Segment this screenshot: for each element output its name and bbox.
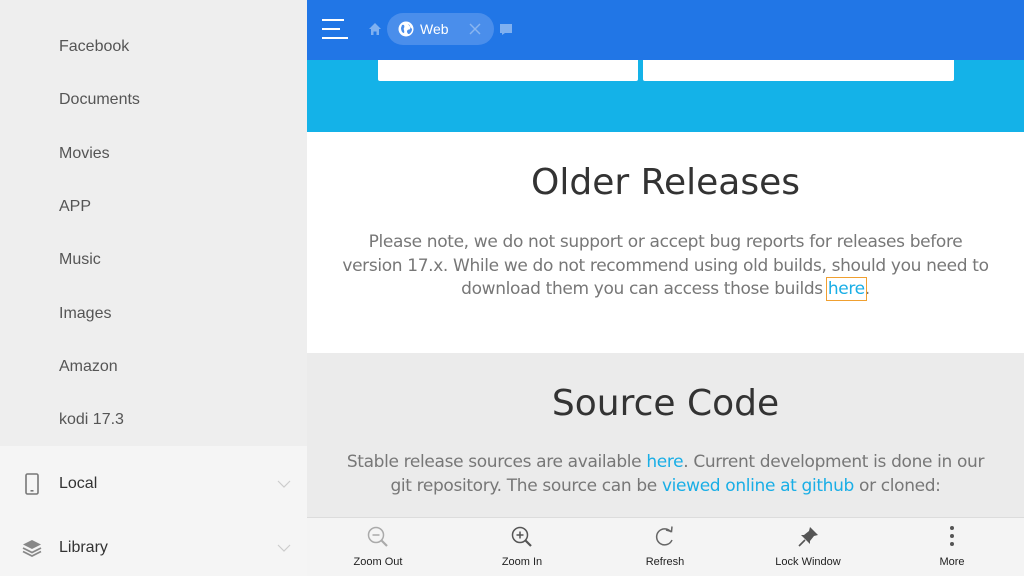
older-releases-text-end: . <box>864 279 870 299</box>
lock-window-button[interactable]: Lock Window <box>758 518 858 576</box>
older-releases-text-body: Please note, we do not support or accept… <box>342 232 989 299</box>
donate-banner: CLICK HERE TO DONATE CLICK HERE TO BUY A… <box>307 48 1024 132</box>
home-icon[interactable] <box>368 22 382 36</box>
sidebar-section-label: Local <box>59 475 98 492</box>
menu-icon <box>322 37 348 39</box>
older-releases-here-link[interactable]: here <box>825 277 867 301</box>
sidebar-item-amazon[interactable]: Amazon <box>59 358 118 376</box>
sidebar-item-app[interactable]: APP <box>59 198 91 216</box>
zoom-in-icon <box>511 526 532 547</box>
browser-window: Web CLICK HERE TO DONATE CLICK HERE TO B… <box>307 0 1024 576</box>
zoom-out-label: Zoom Out <box>353 556 403 568</box>
source-code-text: Stable release sources are available her… <box>337 451 994 498</box>
zoom-in-label: Zoom In <box>501 556 543 568</box>
globe-icon <box>398 21 414 37</box>
bottom-toolbar: Zoom Out Zoom In Refresh Lock Window Mor… <box>307 517 1024 576</box>
tab-label: Web <box>420 21 449 37</box>
zoom-out-icon <box>367 526 388 547</box>
more-button[interactable]: More <box>902 518 1002 576</box>
older-releases-title: Older Releases <box>531 162 800 203</box>
refresh-button[interactable]: Refresh <box>615 518 715 576</box>
sidebar-section-local[interactable]: Local <box>0 452 307 516</box>
new-tab-icon[interactable] <box>500 24 512 35</box>
source-code-title: Source Code <box>551 383 780 424</box>
sidebar-item-kodi[interactable]: kodi 17.3 <box>59 411 124 429</box>
menu-icon <box>322 19 344 21</box>
phone-icon <box>25 473 39 495</box>
pin-icon <box>798 527 818 547</box>
sidebar-item-movies[interactable]: Movies <box>59 145 110 163</box>
sidebar-item-music[interactable]: Music <box>59 251 101 269</box>
tab-web[interactable]: Web <box>387 13 494 45</box>
older-releases-section: Older Releases Please note, we do not su… <box>307 132 1024 353</box>
layers-icon <box>22 540 42 558</box>
refresh-icon <box>655 526 673 546</box>
source-code-text-part: or cloned: <box>853 475 941 496</box>
sidebar-section-library[interactable]: Library <box>0 516 307 576</box>
stable-sources-here-link[interactable]: here <box>646 452 683 472</box>
sidebar-section-label: Library <box>59 539 108 556</box>
menu-button[interactable] <box>322 17 350 41</box>
sidebar: Facebook Documents Movies APP Music Imag… <box>0 0 307 576</box>
refresh-label: Refresh <box>645 556 685 568</box>
sidebar-item-facebook[interactable]: Facebook <box>59 38 129 56</box>
zoom-in-button[interactable]: Zoom In <box>472 518 572 576</box>
chevron-down-icon[interactable] <box>277 543 291 553</box>
sidebar-item-documents[interactable]: Documents <box>59 91 140 109</box>
source-code-text-part: Stable release sources are available <box>346 452 647 472</box>
chevron-down-icon[interactable] <box>277 479 291 489</box>
more-vertical-icon <box>950 526 954 546</box>
sidebar-list: Facebook Documents Movies APP Music Imag… <box>0 0 307 446</box>
browser-toolbar: Web <box>307 0 1024 60</box>
more-label: More <box>939 556 965 568</box>
zoom-out-button[interactable]: Zoom Out <box>328 518 428 576</box>
lock-window-label: Lock Window <box>775 556 841 568</box>
sidebar-sections: Local Library <box>0 446 307 576</box>
github-link[interactable]: viewed online at github <box>662 476 854 496</box>
menu-icon <box>322 28 340 30</box>
older-releases-text: Please note, we do not support or accept… <box>337 231 994 302</box>
close-icon[interactable] <box>469 23 481 35</box>
source-code-section: Source Code Stable release sources are a… <box>307 353 1024 518</box>
sidebar-item-images[interactable]: Images <box>59 305 111 323</box>
